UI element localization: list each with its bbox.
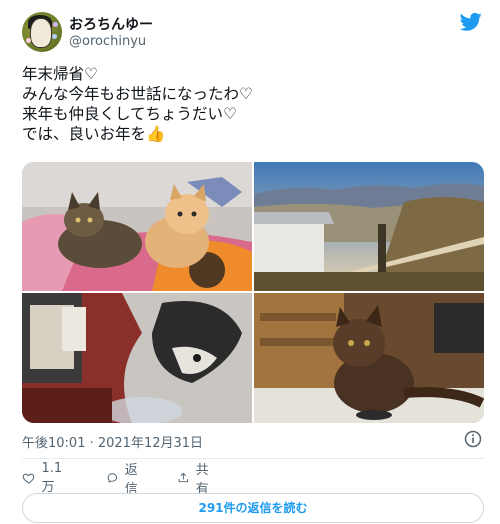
photo-mountain-view[interactable] (254, 162, 484, 291)
photo-cat-on-table[interactable] (254, 293, 484, 423)
info-icon[interactable] (464, 430, 482, 448)
tweet-text: 年末帰省♡ みんな今年もお世話になったわ♡ 来年も仲良くしてちょうだい♡ では、… (22, 65, 253, 143)
tweet-card: おろちんゆー @orochinyu 年末帰省♡ みんな今年もお世話になったわ♡ … (0, 0, 500, 524)
twitter-bird-icon[interactable] (460, 12, 482, 32)
share-label: 共有 (195, 463, 209, 497)
read-replies-button[interactable]: 291件の返信を読む (22, 493, 484, 523)
tweet-timestamp[interactable]: 午後10:01 · 2021年12月31日 (22, 432, 203, 451)
like-button[interactable]: 1.1万 (22, 461, 67, 495)
user-handle[interactable]: @orochinyu (69, 34, 146, 49)
display-name[interactable]: おろちんゆー (69, 14, 153, 34)
tweet-header: おろちんゆー @orochinyu (22, 12, 486, 52)
heart-icon (22, 473, 35, 484)
like-count: 1.1万 (41, 461, 63, 495)
photo-cats-on-blanket[interactable] (22, 162, 252, 291)
photo-manga-art[interactable] (22, 293, 252, 423)
reply-label: 返信 (124, 463, 138, 497)
share-button[interactable]: 共有 (177, 463, 214, 497)
share-icon (178, 472, 189, 483)
avatar[interactable] (22, 12, 62, 52)
reply-icon (107, 473, 118, 484)
divider (22, 458, 484, 459)
photo-grid (22, 162, 484, 423)
reply-button[interactable]: 返信 (106, 463, 143, 497)
